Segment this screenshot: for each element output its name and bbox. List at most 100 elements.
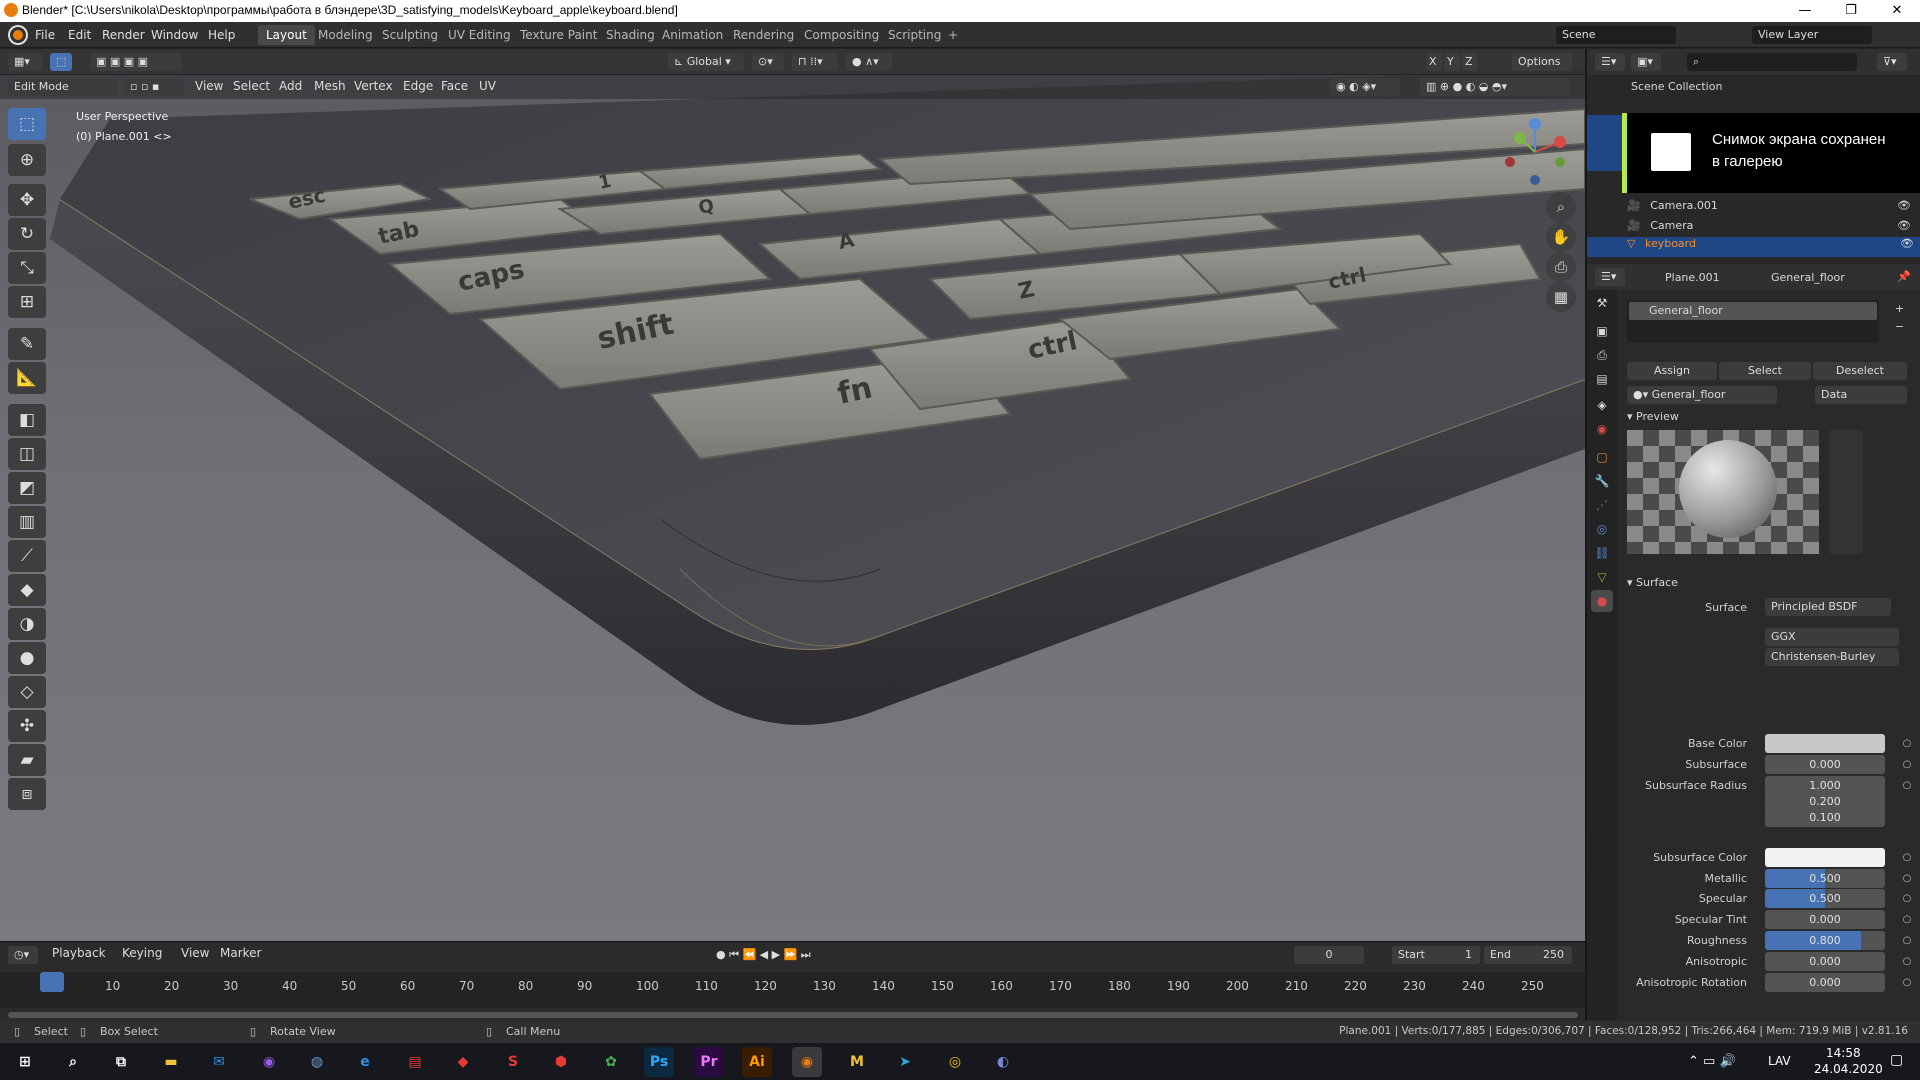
app-red3-icon[interactable]: S — [498, 1047, 528, 1077]
visibility-eye-icon[interactable]: 👁 — [1900, 237, 1914, 250]
menu-render[interactable]: Render — [102, 28, 145, 42]
shrink-fatten-icon[interactable]: ✣ — [8, 710, 46, 742]
smooth-icon[interactable]: ● — [8, 642, 46, 674]
move-icon[interactable]: ✥ — [8, 184, 46, 216]
edge-slide-icon[interactable]: ◇ — [8, 676, 46, 708]
options-dropdown[interactable]: Options — [1512, 53, 1572, 71]
menu-marker[interactable]: Marker — [220, 946, 261, 960]
edge-icon[interactable]: e — [350, 1047, 380, 1077]
proportional-edit-toggle[interactable]: ● ∧▾ — [846, 53, 892, 71]
menu-add[interactable]: Add — [279, 79, 302, 93]
transform-icon[interactable]: ⊞ — [8, 286, 46, 318]
perspective-toggle-icon[interactable]: ▦ — [1546, 282, 1576, 312]
app-m-icon[interactable]: M — [842, 1047, 872, 1077]
shading-mode-buttons[interactable]: ▥ ⊕ ● ◐ ◒ ◓▾ — [1420, 78, 1570, 96]
add-workspace-button[interactable]: + — [940, 25, 966, 45]
rotate-icon[interactable]: ↻ — [8, 218, 46, 250]
scale-icon[interactable]: ⤡ — [8, 252, 46, 284]
annotate-icon[interactable]: ✎ — [8, 328, 46, 360]
tab-modeling[interactable]: Modeling — [310, 25, 381, 45]
app-red-icon[interactable]: ▤ — [400, 1047, 430, 1077]
knife-icon[interactable]: ⟋ — [8, 540, 46, 572]
material-tab-icon[interactable]: ● — [1591, 590, 1613, 612]
keyframe-dot-icon[interactable]: ○ — [1901, 935, 1913, 947]
param-field[interactable] — [1765, 734, 1885, 753]
keyframe-dot-icon[interactable]: ○ — [1901, 738, 1913, 750]
outliner-search-input[interactable]: ⌕ — [1687, 53, 1857, 71]
scene-tab-icon[interactable]: ◈ — [1591, 394, 1613, 416]
minimize-button[interactable]: — — [1782, 0, 1828, 22]
mirror-axis-y[interactable]: Y — [1444, 53, 1460, 71]
menu-mesh[interactable]: Mesh — [314, 79, 346, 93]
discord-icon[interactable]: ◐ — [988, 1047, 1018, 1077]
transform-orientation-dropdown[interactable]: ⊾ Global ▾ — [668, 53, 744, 71]
file-explorer-icon[interactable]: ▬ — [156, 1047, 186, 1077]
tray-icons[interactable]: ⌃ ▭ 🔊 — [1688, 1054, 1736, 1069]
menu-view[interactable]: View — [181, 946, 209, 960]
shear-icon[interactable]: ▰ — [8, 744, 46, 776]
param-field[interactable] — [1765, 848, 1885, 867]
editor-type-button[interactable]: ▦▾ — [8, 53, 42, 71]
param-field[interactable]: 0.000 — [1765, 755, 1885, 774]
poly-build-icon[interactable]: ◆ — [8, 574, 46, 606]
param-field[interactable]: 0.000 — [1765, 952, 1885, 971]
world-tab-icon[interactable]: ◉ — [1591, 418, 1613, 440]
tab-rendering[interactable]: Rendering — [725, 25, 802, 45]
app-red2-icon[interactable]: ◆ — [448, 1047, 478, 1077]
visibility-eye-icon[interactable]: 👁 — [1897, 199, 1911, 212]
constraints-tab-icon[interactable]: ⛓ — [1591, 542, 1613, 564]
cursor-icon[interactable]: ⊕ — [8, 144, 46, 176]
tab-animation[interactable]: Animation — [654, 25, 731, 45]
media-icon[interactable]: ◉ — [254, 1047, 284, 1077]
keyframe-dot-icon[interactable]: ○ — [1901, 852, 1913, 864]
param-field[interactable]: 0.500 — [1765, 869, 1885, 888]
param-field[interactable]: 0.800 — [1765, 931, 1885, 950]
clock-time[interactable]: 14:58 — [1826, 1046, 1861, 1060]
language-indicator[interactable]: LAV — [1768, 1054, 1791, 1068]
app-green-icon[interactable]: ✿ — [596, 1047, 626, 1077]
illustrator-icon[interactable]: Ai — [742, 1047, 772, 1077]
param-field[interactable]: 0.000 — [1765, 910, 1885, 929]
distribution-dropdown[interactable]: GGX — [1765, 628, 1899, 646]
pan-hand-icon[interactable]: ✋ — [1546, 222, 1576, 252]
preview-type-buttons[interactable] — [1829, 430, 1863, 554]
start-frame-field[interactable]: Start 1 — [1392, 946, 1480, 964]
outliner-editor-button[interactable]: ☰▾ — [1595, 53, 1625, 71]
subsurface-method-dropdown[interactable]: Christensen-Burley — [1765, 648, 1899, 666]
menu-keying[interactable]: Keying — [122, 946, 162, 960]
maximize-button[interactable]: ❐ — [1828, 0, 1874, 22]
filter-icon[interactable]: ⊽▾ — [1877, 53, 1907, 71]
assign-button[interactable]: Assign — [1627, 362, 1717, 380]
blender-taskbar-icon[interactable]: ◉ — [792, 1047, 822, 1077]
properties-editor-button[interactable]: ☰▾ — [1595, 268, 1625, 286]
mode-dropdown[interactable]: Edit Mode — [8, 78, 118, 96]
3d-viewport[interactable]: esc tab caps shift fn ctrl ctrl 1 Q A Z — [0, 49, 1585, 941]
surface-section-header[interactable]: ▾ Surface — [1627, 576, 1678, 589]
tool-tab-icon[interactable]: ⚒ — [1591, 292, 1613, 314]
param-field[interactable]: 0.000 — [1765, 973, 1885, 992]
pin-icon[interactable]: 📌 — [1897, 270, 1911, 283]
timeline-scrollbar[interactable] — [8, 1012, 1578, 1018]
app-red4-icon[interactable]: ⬢ — [546, 1047, 576, 1077]
tab-layout[interactable]: Layout — [258, 25, 315, 45]
menu-select[interactable]: Select — [233, 79, 270, 93]
tab-scripting[interactable]: Scripting — [880, 25, 949, 45]
spin-icon[interactable]: ◑ — [8, 608, 46, 640]
remove-slot-button[interactable]: − — [1895, 320, 1904, 333]
app-icon[interactable]: ◍ — [302, 1047, 332, 1077]
output-tab-icon[interactable]: ⎙ — [1591, 344, 1613, 366]
menu-vertex[interactable]: Vertex — [354, 79, 393, 93]
physics-tab-icon[interactable]: ◎ — [1591, 518, 1613, 540]
clock-date[interactable]: 24.04.2020 — [1814, 1062, 1883, 1076]
select-tool-icon[interactable]: ⬚ — [50, 53, 72, 71]
close-button[interactable]: ✕ — [1874, 0, 1920, 22]
outliner-item-camera-001[interactable]: 🎥 Camera.001 👁 — [1627, 199, 1917, 219]
inset-icon[interactable]: ◫ — [8, 438, 46, 470]
outliner-item-keyboard[interactable]: ▽ keyboard 👁 — [1587, 237, 1920, 257]
pivot-point-dropdown[interactable]: ⊙▾ — [752, 53, 784, 71]
object-tab-icon[interactable]: ▢ — [1591, 446, 1613, 468]
param-field[interactable]: 0.100 — [1765, 808, 1885, 827]
scene-selector[interactable]: Scene — [1556, 26, 1676, 44]
search-icon[interactable]: ⌕ — [58, 1047, 88, 1077]
keyframe-dot-icon[interactable]: ○ — [1901, 977, 1913, 989]
